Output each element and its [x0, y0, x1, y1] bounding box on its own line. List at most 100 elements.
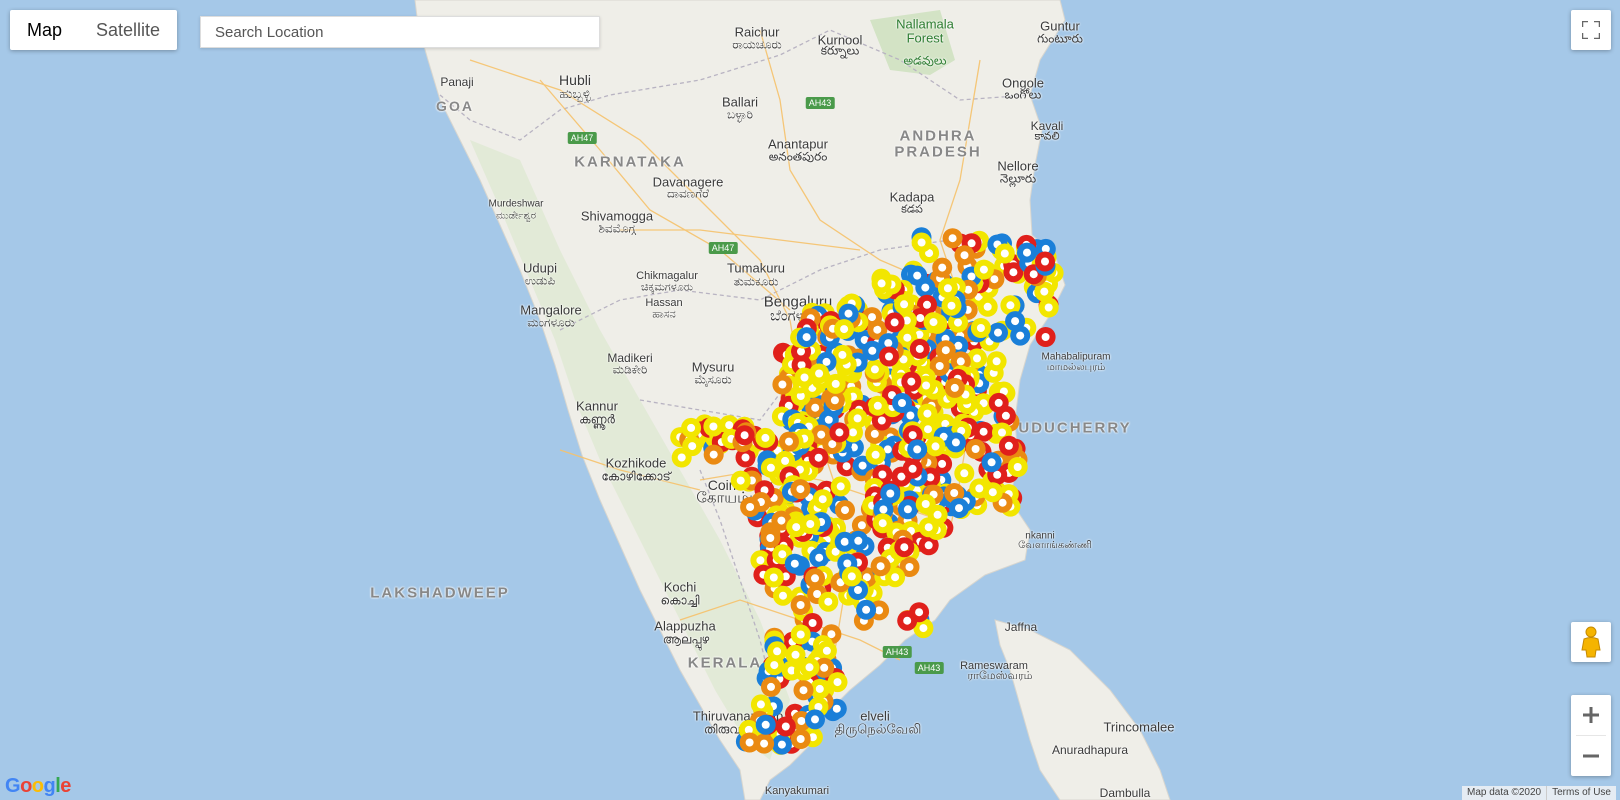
- marker-center: [849, 428, 857, 437]
- marker-center: [879, 505, 888, 514]
- marker-center: [950, 383, 959, 392]
- marker-center: [994, 328, 1002, 337]
- marker-center: [903, 616, 912, 625]
- marker-center: [822, 646, 831, 655]
- map-type-map-button[interactable]: Map: [10, 10, 79, 50]
- marker-center: [903, 505, 912, 514]
- marker-center: [915, 344, 924, 353]
- marker-center: [870, 365, 879, 374]
- zoom-out-button[interactable]: [1571, 736, 1611, 776]
- marker-center: [1000, 249, 1009, 258]
- marker-center: [808, 619, 817, 627]
- google-logo[interactable]: Google: [5, 775, 71, 798]
- marker-center: [877, 279, 886, 288]
- marker-center: [687, 423, 696, 432]
- marker-center: [890, 318, 899, 327]
- marker-center: [830, 396, 839, 405]
- marker-center: [938, 459, 947, 468]
- marker-center: [854, 586, 862, 594]
- marker-center: [842, 462, 851, 471]
- marker-center: [791, 650, 800, 659]
- map-type-satellite-button[interactable]: Satellite: [79, 10, 177, 50]
- marker-center: [868, 346, 877, 355]
- marker-center: [921, 283, 930, 292]
- marker-center: [831, 379, 840, 388]
- marker-center: [886, 489, 895, 498]
- marker-center: [736, 476, 745, 485]
- marker-center: [811, 715, 819, 724]
- marker-center: [870, 429, 879, 438]
- marker-center: [923, 300, 931, 309]
- marker-center: [948, 234, 957, 243]
- marker-center: [773, 647, 782, 656]
- logo-letter: e: [60, 775, 71, 797]
- marker-center: [903, 333, 912, 342]
- logo-letter: G: [5, 775, 21, 797]
- marker-center: [688, 442, 697, 451]
- marker-center: [725, 421, 734, 430]
- marker-center: [833, 678, 842, 687]
- marker-center: [915, 608, 924, 617]
- marker-center: [908, 431, 917, 440]
- street-view-pegman[interactable]: [1571, 622, 1611, 662]
- marker-center: [1004, 441, 1013, 450]
- marker-center: [913, 445, 922, 454]
- marker-center: [796, 735, 805, 743]
- marker-center: [815, 684, 824, 693]
- map-data-text[interactable]: Map data ©2020: [1462, 786, 1546, 800]
- marker-center: [941, 346, 950, 355]
- marker-center: [862, 605, 871, 614]
- marker-center: [847, 572, 856, 581]
- marker-center: [811, 403, 820, 412]
- plus-icon: [1583, 707, 1599, 723]
- marker-center: [973, 354, 981, 363]
- zoom-control: [1571, 695, 1611, 776]
- marker-center: [796, 630, 805, 639]
- marker-center: [836, 482, 845, 491]
- marker-center: [885, 352, 893, 361]
- marker-center: [878, 470, 887, 479]
- marker-center: [924, 425, 932, 434]
- marker-center: [832, 704, 841, 713]
- marker-center: [767, 682, 775, 691]
- marker-center: [990, 275, 999, 284]
- fullscreen-button[interactable]: [1571, 10, 1611, 50]
- logo-letter: o: [31, 775, 44, 797]
- marker-center: [950, 489, 959, 497]
- terms-link[interactable]: Terms of Use: [1546, 786, 1616, 800]
- marker-center: [756, 700, 765, 709]
- marker-center: [994, 398, 1003, 407]
- marker-center: [924, 541, 933, 550]
- marker-center: [761, 720, 770, 729]
- marker-center: [979, 265, 988, 274]
- marker-center: [858, 461, 867, 470]
- fullscreen-icon: [1582, 21, 1600, 39]
- marker-center: [875, 606, 884, 615]
- marker-center: [1013, 463, 1022, 471]
- marker-center: [800, 373, 809, 382]
- marker-center: [805, 663, 814, 672]
- marker-center: [983, 302, 992, 311]
- marker-center: [992, 357, 1001, 366]
- marker-center: [1041, 257, 1049, 266]
- marker-center: [873, 325, 882, 334]
- marker-center: [835, 428, 844, 437]
- marker-center: [971, 445, 980, 453]
- marker-center: [843, 559, 852, 568]
- marker-center: [891, 573, 900, 582]
- marker-center: [824, 597, 833, 606]
- zoom-in-button[interactable]: [1571, 695, 1611, 735]
- marker-center: [906, 411, 915, 420]
- marker-center: [840, 325, 849, 334]
- search-input[interactable]: [200, 16, 600, 48]
- marker-center: [1006, 301, 1015, 310]
- marker-center: [802, 333, 811, 342]
- marker-center: [998, 428, 1006, 437]
- marker-center: [844, 309, 853, 318]
- marker-center: [766, 534, 775, 542]
- marker-center: [933, 510, 942, 519]
- marker-center: [976, 324, 985, 332]
- marker-center: [975, 484, 984, 493]
- marker-center: [853, 414, 862, 423]
- marker-center: [781, 722, 790, 731]
